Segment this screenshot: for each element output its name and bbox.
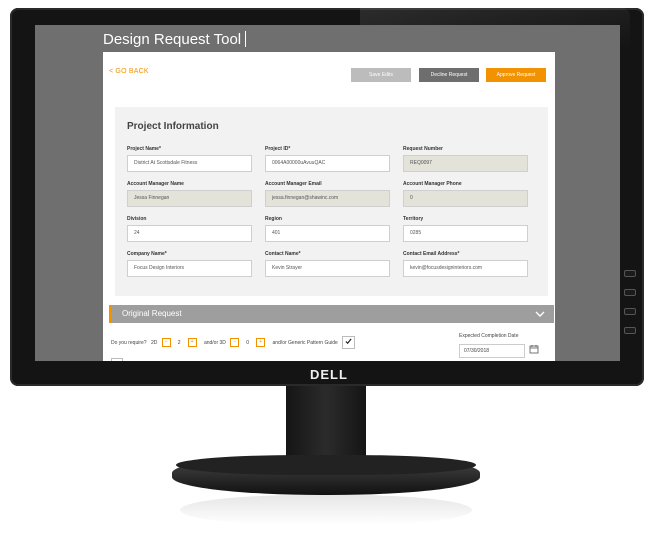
division-label: Division: [127, 216, 147, 222]
completion-date-input[interactable]: 07/30/2018: [459, 344, 525, 358]
region-input[interactable]: 401: [265, 225, 390, 242]
page-content: < GO BACK Save Edits Decline Request App…: [103, 52, 555, 361]
three-d-value[interactable]: 0: [244, 340, 252, 346]
approve-request-button[interactable]: Approve Request: [486, 68, 546, 82]
chevron-down-icon[interactable]: [534, 308, 546, 320]
company-name-input[interactable]: Focus Design Interiors: [127, 260, 252, 277]
account-manager-name-label: Account Manager Name: [127, 181, 184, 187]
territory-label: Territory: [403, 216, 424, 222]
account-manager-phone-label: Account Manager Phone: [403, 181, 462, 187]
project-information-card: Project Information Project Name* Distri…: [115, 107, 548, 296]
check-icon: [345, 338, 352, 345]
request-number-field: Request Number REQ0097: [403, 146, 528, 172]
request-number-input: REQ0097: [403, 155, 528, 172]
region-field: Region 401: [265, 216, 390, 242]
project-name-field: Project Name* District At Scottsdale Fit…: [127, 146, 252, 172]
account-manager-email-input: jessa.finnegan@shawinc.com: [265, 190, 390, 207]
two-d-value[interactable]: 2: [175, 340, 183, 346]
require-question: Do you require?: [111, 339, 147, 346]
contact-email-field: Contact Email Address* kevin@focusdesign…: [403, 251, 528, 277]
territory-field: Territory 0285: [403, 216, 528, 242]
two-d-increment-button[interactable]: +: [187, 338, 197, 347]
go-back-link[interactable]: < GO BACK: [109, 68, 149, 75]
project-name-label: Project Name*: [127, 146, 161, 152]
monitor-button: [624, 270, 636, 277]
project-name-input[interactable]: District At Scottsdale Fitness: [127, 155, 252, 172]
two-d-label: 2D: [150, 339, 158, 346]
next-row-partial: [111, 357, 551, 361]
account-manager-name-field: Account Manager Name Jessa Finnegan: [127, 181, 252, 207]
contact-email-label: Contact Email Address*: [403, 251, 460, 257]
original-request-header[interactable]: Original Request: [109, 305, 554, 323]
project-id-label: Project ID*: [265, 146, 291, 152]
partial-checkbox[interactable]: [111, 358, 123, 361]
title-caret: [245, 31, 247, 47]
monitor-button: [624, 327, 636, 334]
calendar-icon[interactable]: [529, 344, 539, 354]
generic-pattern-label: and/or Generic Pattern Guide: [272, 339, 338, 346]
project-id-field: Project ID* 0064A00000uAvuuQAC: [265, 146, 390, 172]
monitor-side-buttons: [624, 270, 638, 346]
monitor-neck: [286, 386, 366, 456]
monitor-base-reflection: [180, 495, 472, 525]
account-manager-name-input: Jessa Finnegan: [127, 190, 252, 207]
company-name-label: Company Name*: [127, 251, 167, 257]
project-id-input[interactable]: 0064A00000uAvuuQAC: [265, 155, 390, 172]
contact-name-input[interactable]: Kevin Strayer: [265, 260, 390, 277]
region-label: Region: [265, 216, 282, 222]
three-d-stepper: − 0 +: [230, 338, 268, 347]
request-number-label: Request Number: [403, 146, 444, 152]
monitor-base-top: [176, 455, 476, 475]
decline-request-button[interactable]: Decline Request: [419, 68, 479, 82]
account-manager-phone-input: 0: [403, 190, 528, 207]
dell-logo: DELL: [310, 367, 348, 382]
monitor-button: [624, 308, 636, 315]
screen: Design Request Tool < GO BACK Save Edits…: [35, 25, 620, 361]
account-manager-email-field: Account Manager Email jessa.finnegan@sha…: [265, 181, 390, 207]
two-d-decrement-button[interactable]: −: [161, 338, 171, 347]
two-d-stepper: − 2 +: [161, 338, 200, 347]
monitor-button: [624, 289, 636, 296]
completion-date-label: Expected Completion Date: [459, 333, 519, 339]
division-field: Division 24: [127, 216, 252, 242]
territory-input[interactable]: 0285: [403, 225, 528, 242]
account-manager-phone-field: Account Manager Phone 0: [403, 181, 528, 207]
account-manager-email-label: Account Manager Email: [265, 181, 322, 187]
company-name-field: Company Name* Focus Design Interiors: [127, 251, 252, 277]
contact-email-input[interactable]: kevin@focusdesigninteriors.com: [403, 260, 528, 277]
original-request-title: Original Request: [122, 309, 182, 318]
contact-name-field: Contact Name* Kevin Strayer: [265, 251, 390, 277]
app-header: Design Request Tool: [103, 28, 553, 51]
three-d-label: and/or 3D: [203, 339, 226, 346]
project-information-title: Project Information: [127, 121, 219, 132]
app-title: Design Request Tool: [103, 31, 242, 48]
division-input[interactable]: 24: [127, 225, 252, 242]
save-edits-button[interactable]: Save Edits: [351, 68, 411, 82]
three-d-increment-button[interactable]: +: [256, 338, 266, 347]
generic-pattern-checkbox[interactable]: [342, 336, 356, 349]
three-d-decrement-button[interactable]: −: [230, 338, 240, 347]
require-row: Do you require? 2D − 2 + and/or 3D − 0 +…: [111, 336, 358, 350]
contact-name-label: Contact Name*: [265, 251, 301, 257]
